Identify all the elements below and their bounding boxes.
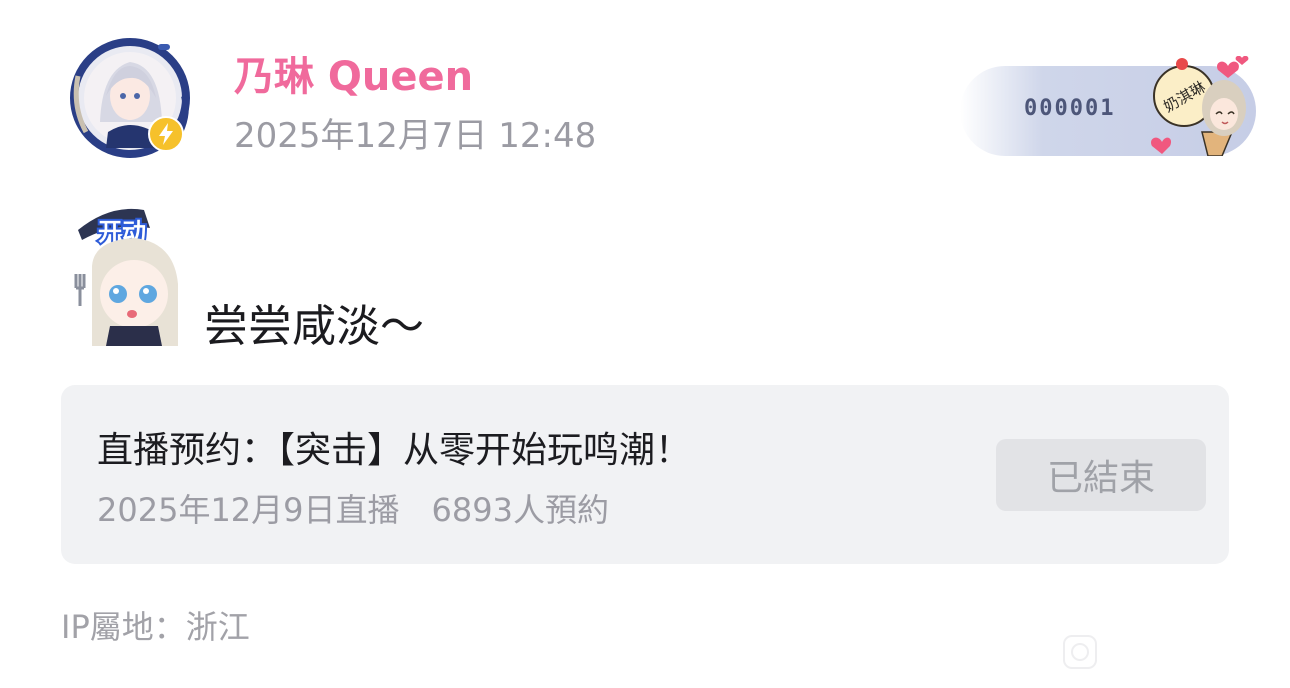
author-avatar[interactable] bbox=[66, 36, 200, 160]
fan-badge-number: 000001 bbox=[1024, 96, 1116, 121]
live-subtitle: 2025年12月9日直播 6893人預約 bbox=[97, 491, 609, 529]
post-text: 尝尝咸淡～ bbox=[204, 301, 424, 352]
post-timestamp: 2025年12月7日 12:48 bbox=[234, 116, 597, 156]
live-reservation-card[interactable]: 直播预约：【突击】从零开始玩鸣潮！ 2025年12月9日直播 6893人預約 已… bbox=[61, 385, 1229, 564]
fan-badge-art: 奶淇琳 bbox=[1151, 56, 1249, 156]
ip-location: IP屬地：浙江 bbox=[61, 608, 250, 646]
live-title: 直播预约：【突击】从零开始玩鸣潮！ bbox=[97, 430, 692, 471]
sticker-emote: 开动 bbox=[70, 206, 200, 346]
lightning-icon bbox=[148, 116, 184, 152]
ended-button[interactable]: 已結束 bbox=[996, 439, 1206, 511]
watermark-icon bbox=[1063, 635, 1097, 669]
author-name[interactable]: 乃琳 Queen bbox=[234, 44, 473, 102]
fan-badge[interactable]: 000001 奶淇琳 bbox=[960, 56, 1256, 156]
sticker-image: 开动 bbox=[74, 208, 178, 346]
